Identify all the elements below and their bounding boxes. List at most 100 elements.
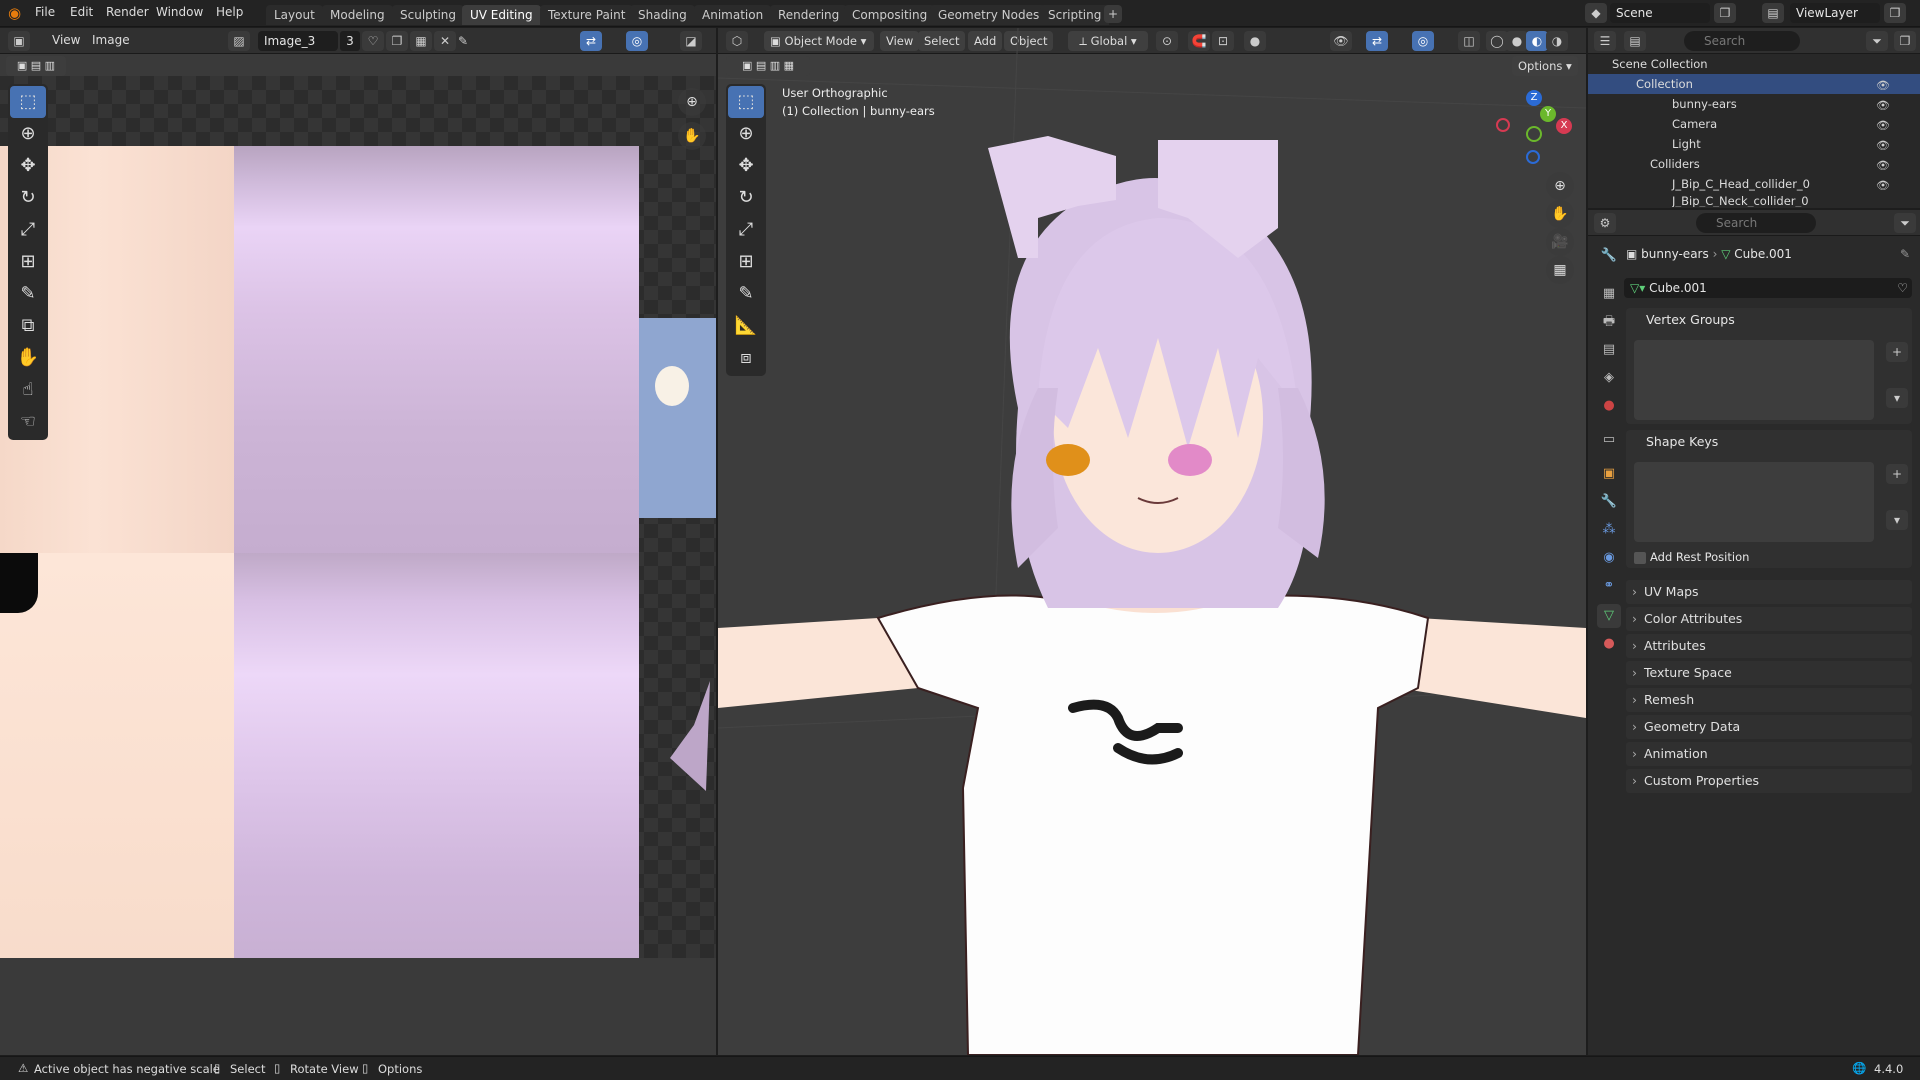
shape-key-menu-icon[interactable]: ▾: [1886, 510, 1908, 530]
add-workspace-button[interactable]: +: [1104, 5, 1122, 23]
tab-texture-paint[interactable]: Texture Paint: [540, 5, 634, 25]
vertex-group-menu-icon[interactable]: ▾: [1886, 388, 1908, 408]
outliner-item-light[interactable]: Light: [1672, 134, 1701, 154]
tab-material-icon[interactable]: ●: [1597, 632, 1621, 656]
zoom-icon[interactable]: ⊕: [678, 88, 706, 116]
rip-icon[interactable]: ⧉: [10, 310, 46, 342]
scale-icon[interactable]: ⤢: [10, 214, 46, 246]
outliner-scene-collection[interactable]: Scene Collection: [1612, 54, 1708, 74]
move-icon[interactable]: ✥: [10, 150, 46, 182]
uv-display-icon[interactable]: ◪: [680, 31, 702, 51]
cursor-icon[interactable]: ⊕: [10, 118, 46, 150]
section-texture-space[interactable]: Texture Space: [1626, 661, 1912, 685]
scene-name-field[interactable]: Scene: [1610, 3, 1710, 23]
viewlayer-icon[interactable]: ▤: [1762, 3, 1784, 23]
vp-camera-icon[interactable]: 🎥: [1546, 228, 1574, 256]
add-rest-position-checkbox[interactable]: [1634, 552, 1646, 564]
vp-zoom-icon[interactable]: ⊕: [1546, 172, 1574, 200]
tab-constraints-icon[interactable]: ⚭: [1597, 574, 1621, 598]
properties-search-input[interactable]: Search: [1696, 213, 1816, 233]
shape-key-add-icon[interactable]: +: [1886, 464, 1908, 484]
pin-breadcrumb-icon[interactable]: ✎: [1900, 244, 1910, 264]
editor-type-icon[interactable]: ▣: [8, 31, 30, 51]
vp-scale-icon[interactable]: ⤢: [728, 214, 764, 246]
tab-animation[interactable]: Animation: [694, 5, 772, 25]
vertex-group-add-icon[interactable]: +: [1886, 342, 1908, 362]
tab-scene-icon[interactable]: ◈: [1597, 366, 1621, 390]
outliner-item-neck-collider[interactable]: J_Bip_C_Neck_collider_0: [1672, 191, 1809, 207]
uv-canvas[interactable]: [0, 76, 716, 958]
new-image-icon[interactable]: ❐: [386, 31, 408, 51]
menu-render[interactable]: Render: [106, 5, 149, 19]
outliner-item-colliders[interactable]: Colliders: [1650, 154, 1700, 174]
uv-image-menu[interactable]: Image: [92, 33, 130, 47]
vp-pan-icon[interactable]: ✋: [1546, 200, 1574, 228]
tab-particles-icon[interactable]: ⁂: [1597, 518, 1621, 542]
pan-hand-icon[interactable]: ✋: [678, 122, 706, 150]
vp-cursor-icon[interactable]: ⊕: [728, 118, 764, 150]
gizmo-x-axis[interactable]: X: [1556, 118, 1572, 134]
rotate-icon[interactable]: ↻: [10, 182, 46, 214]
tab-shading[interactable]: Shading: [630, 5, 695, 25]
vp-move-icon[interactable]: ✥: [728, 150, 764, 182]
annotate-icon[interactable]: ✎: [10, 278, 46, 310]
tab-sculpting[interactable]: Sculpting: [392, 5, 465, 25]
tab-compositing[interactable]: Compositing: [844, 5, 936, 25]
open-image-icon[interactable]: ▦: [410, 31, 432, 51]
tab-tool-icon[interactable]: 🔧: [1597, 244, 1621, 268]
gizmo-z-axis[interactable]: Z: [1526, 90, 1542, 106]
outliner-item-camera[interactable]: Camera: [1672, 114, 1717, 134]
uv-sync-icon[interactable]: ⇄: [580, 31, 602, 51]
tab-data-icon[interactable]: ▽: [1597, 604, 1621, 628]
tab-collection-icon[interactable]: ▭: [1597, 428, 1621, 452]
vp-rotate-icon[interactable]: ↻: [728, 182, 764, 214]
shape-keys-list[interactable]: [1634, 462, 1874, 542]
display-mode-icon[interactable]: ▤: [1624, 31, 1646, 51]
menu-help[interactable]: Help: [216, 5, 243, 19]
fake-user-icon[interactable]: ♡: [362, 31, 384, 51]
uv-overlay-icon[interactable]: ◎: [626, 31, 648, 51]
mesh-data-name[interactable]: Cube.001: [1649, 281, 1707, 295]
select-box-icon[interactable]: ⬚: [10, 86, 46, 118]
vp-add-cube-icon[interactable]: ⧈: [728, 342, 764, 374]
vertex-groups-header[interactable]: Vertex Groups: [1646, 312, 1735, 327]
vp-annotate-icon[interactable]: ✎: [728, 278, 764, 310]
vp-transform-icon[interactable]: ⊞: [728, 246, 764, 278]
character-model[interactable]: [718, 88, 1586, 1055]
tab-modifiers-icon[interactable]: 🔧: [1597, 490, 1621, 514]
grab-icon[interactable]: ✋: [10, 342, 46, 374]
outliner-editor-icon[interactable]: ☰: [1594, 31, 1616, 51]
tab-geometry-nodes[interactable]: Geometry Nodes: [930, 5, 1048, 25]
new-collection-icon[interactable]: ❐: [1894, 31, 1916, 51]
section-remesh[interactable]: Remesh: [1626, 688, 1912, 712]
tab-uv-editing[interactable]: UV Editing: [462, 5, 541, 25]
shape-keys-header[interactable]: Shape Keys: [1646, 434, 1718, 449]
viewlayer-name-field[interactable]: ViewLayer: [1790, 3, 1880, 23]
tab-world-icon[interactable]: ●: [1597, 394, 1621, 418]
gizmo-neg-z[interactable]: [1526, 150, 1540, 164]
gizmo-neg-y[interactable]: [1526, 126, 1542, 142]
new-scene-icon[interactable]: ❐: [1714, 3, 1736, 23]
relax-icon[interactable]: ☝: [10, 374, 46, 406]
menu-file[interactable]: File: [35, 5, 55, 19]
gizmo-neg-x[interactable]: [1496, 118, 1510, 132]
tab-physics-icon[interactable]: ◉: [1597, 546, 1621, 570]
3d-viewport[interactable]: ⬡ ▣ Object Mode ▾ View Select Add Object…: [718, 28, 1586, 1055]
mesh-data-selector[interactable]: ▽▾ Cube.001 ♡: [1624, 278, 1912, 298]
uv-select-mode-icons[interactable]: ▣ ▤ ▥: [6, 56, 66, 76]
menu-edit[interactable]: Edit: [70, 5, 93, 19]
uv-view-menu[interactable]: View: [52, 33, 80, 47]
outliner-item-collection[interactable]: Collection: [1588, 74, 1920, 94]
filter-icon[interactable]: ⏷: [1866, 31, 1888, 51]
tab-rendering[interactable]: Rendering: [770, 5, 848, 25]
new-viewlayer-icon[interactable]: ❐: [1884, 3, 1906, 23]
pin-icon[interactable]: ✎: [452, 31, 474, 51]
fake-user-shield-icon[interactable]: ♡: [1897, 278, 1908, 298]
properties-editor-icon[interactable]: ⚙: [1594, 213, 1616, 233]
section-uv-maps[interactable]: UV Maps: [1626, 580, 1912, 604]
transform-icon[interactable]: ⊞: [10, 246, 46, 278]
outliner-eye-icons[interactable]: 👁 👁 👁 👁 👁 👁: [1876, 76, 1890, 196]
section-color-attributes[interactable]: Color Attributes: [1626, 607, 1912, 631]
gizmo-y-axis[interactable]: Y: [1540, 106, 1556, 122]
tab-layout[interactable]: Layout: [266, 5, 323, 25]
